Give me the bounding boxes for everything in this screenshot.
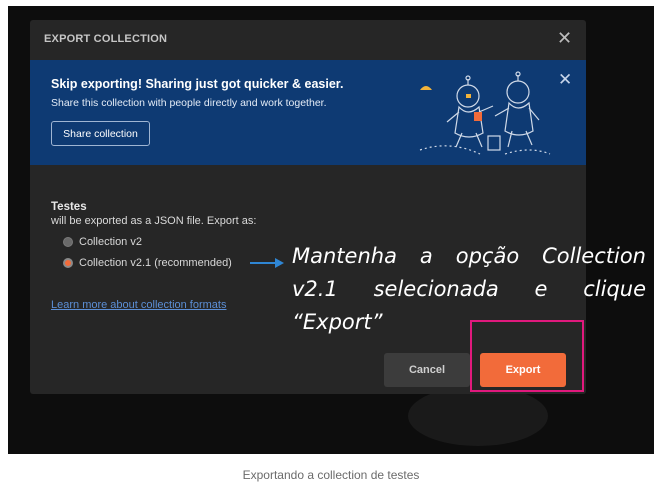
image-caption: Exportando a collection de testes — [242, 468, 420, 482]
radio-button[interactable] — [63, 237, 73, 247]
learn-more-link[interactable]: Learn more about collection formats — [51, 299, 226, 311]
share-collection-button[interactable]: Share collection — [51, 121, 150, 146]
arrow-right-icon — [250, 258, 284, 268]
radio-button-selected[interactable] — [63, 258, 73, 268]
modal-title: EXPORT COLLECTION — [44, 33, 168, 45]
highlight-box — [470, 320, 584, 392]
share-banner: Skip exporting! Sharing just got quicker… — [30, 60, 586, 165]
export-description: will be exported as a JSON file. Export … — [51, 215, 257, 227]
option-label: Collection v2.1 (recommended) — [79, 257, 232, 269]
option-label: Collection v2 — [79, 236, 142, 248]
option-collection-v2-1[interactable]: Collection v2.1 (recommended) — [63, 257, 232, 269]
annotation-text: Mantenha a opção Collection v2.1 selecio… — [292, 244, 646, 334]
banner-title: Skip exporting! Sharing just got quicker… — [51, 77, 344, 91]
background-glow — [408, 386, 548, 446]
close-icon[interactable]: ✕ — [557, 28, 572, 48]
option-collection-v2[interactable]: Collection v2 — [63, 236, 142, 248]
banner-text: Share this collection with people direct… — [51, 97, 327, 109]
app-screenshot: EXPORT COLLECTION ✕ Skip exporting! Shar… — [8, 6, 654, 454]
astronauts-illustration — [419, 71, 551, 155]
collection-name: Testes — [51, 201, 87, 213]
close-icon[interactable]: ✕ — [558, 71, 572, 89]
cancel-button[interactable]: Cancel — [384, 353, 470, 387]
